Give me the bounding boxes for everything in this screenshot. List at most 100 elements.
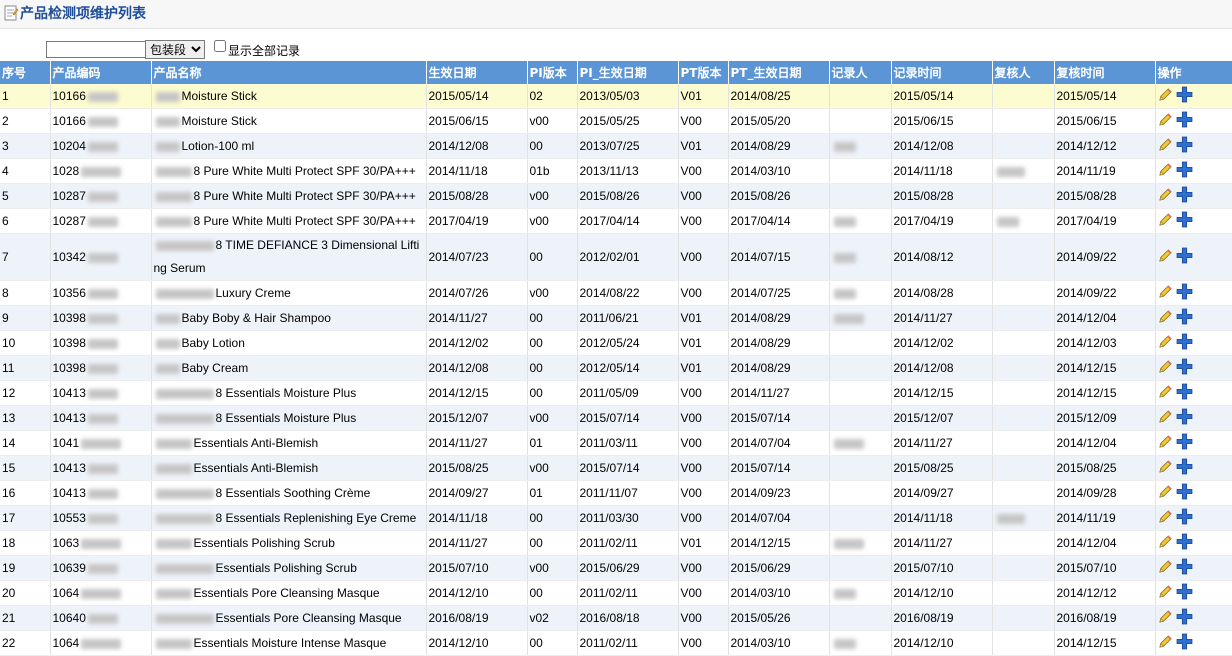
cell-pi-version: 00 bbox=[527, 530, 578, 556]
pencil-icon[interactable] bbox=[1158, 559, 1173, 577]
table-row[interactable]: 4 1028 8 Pure White Multi Protect SPF 30/P… bbox=[0, 158, 1232, 184]
pencil-icon[interactable] bbox=[1158, 434, 1173, 452]
plus-icon[interactable] bbox=[1176, 533, 1193, 553]
redacted-mark bbox=[81, 588, 122, 599]
plus-icon[interactable] bbox=[1176, 458, 1193, 478]
cell-pt-version: V00 bbox=[678, 108, 729, 134]
table-row[interactable]: 13 10413 8 Essentials Moisture Plus 2015/12… bbox=[0, 405, 1232, 431]
cell-pi-version: 00 bbox=[527, 505, 578, 531]
plus-icon[interactable] bbox=[1176, 608, 1193, 628]
plus-icon[interactable] bbox=[1176, 283, 1193, 303]
table-row[interactable]: 10 10398 Baby Lotion 2014/12/02 00 2012/05/24… bbox=[0, 330, 1232, 356]
plus-icon[interactable] bbox=[1176, 558, 1193, 578]
pencil-icon[interactable] bbox=[1158, 534, 1173, 552]
redacted-mark bbox=[87, 388, 118, 399]
table-row[interactable]: 3 10204 Lotion-100 ml 2014/12/08 00 2013/07/2… bbox=[0, 133, 1232, 159]
col-header[interactable]: PT版本 bbox=[678, 61, 729, 84]
cell-no: 15 bbox=[0, 455, 51, 481]
plus-icon[interactable] bbox=[1176, 383, 1193, 403]
pencil-icon[interactable] bbox=[1158, 584, 1173, 602]
table-row[interactable]: 15 10413 Essentials Anti-Blemish 2015/08/25… bbox=[0, 455, 1232, 481]
table-row[interactable]: 19 10639 Essentials Polishing Scrub 2015/07… bbox=[0, 555, 1232, 581]
cell-name: 8 Essentials Soothing Crème bbox=[151, 480, 427, 506]
plus-icon[interactable] bbox=[1176, 247, 1193, 267]
pencil-icon[interactable] bbox=[1158, 112, 1173, 130]
plus-icon[interactable] bbox=[1176, 111, 1193, 131]
plus-icon[interactable] bbox=[1176, 136, 1193, 156]
pencil-icon[interactable] bbox=[1158, 334, 1173, 352]
plus-icon[interactable] bbox=[1176, 408, 1193, 428]
cell-no: 11 bbox=[0, 355, 51, 381]
col-header[interactable]: 复核时间 bbox=[1054, 61, 1156, 84]
pencil-icon[interactable] bbox=[1158, 162, 1173, 180]
table-row[interactable]: 9 10398 Baby Boby & Hair Shampoo 2014/11/27… bbox=[0, 305, 1232, 331]
col-header[interactable]: 操作 bbox=[1155, 61, 1232, 84]
table-row[interactable]: 21 10640 Essentials Pore Cleansing Masque 2… bbox=[0, 605, 1232, 631]
col-header[interactable]: PT_生效日期 bbox=[728, 61, 830, 84]
cell-record-time: 2014/12/10 bbox=[891, 630, 993, 656]
pencil-icon[interactable] bbox=[1158, 187, 1173, 205]
cell-eff-date: 2014/11/18 bbox=[426, 505, 528, 531]
col-header[interactable]: 复核人 bbox=[992, 61, 1055, 84]
plus-icon[interactable] bbox=[1176, 186, 1193, 206]
col-header[interactable]: 产品编码 bbox=[50, 61, 152, 84]
table-body: 1 10166 Moisture Stick 2015/05/14 02 2013/05/… bbox=[0, 84, 1232, 656]
table-row[interactable]: 6 10287 8 Pure White Multi Protect SPF 30/… bbox=[0, 208, 1232, 234]
table-row[interactable]: 5 10287 8 Pure White Multi Protect SPF 30/… bbox=[0, 183, 1232, 209]
table-row[interactable]: 14 1041 Essentials Anti-Blemish 2014/11/27 0… bbox=[0, 430, 1232, 456]
col-header[interactable]: 生效日期 bbox=[426, 61, 528, 84]
table-row[interactable]: 8 10356 Luxury Creme 2014/07/26 v00 2014/08/2… bbox=[0, 280, 1232, 306]
segment-select[interactable]: 包装段 bbox=[145, 40, 205, 59]
col-header[interactable]: 记录人 bbox=[829, 61, 892, 84]
pencil-icon[interactable] bbox=[1158, 484, 1173, 502]
plus-icon[interactable] bbox=[1176, 161, 1193, 181]
pencil-icon[interactable] bbox=[1158, 212, 1173, 230]
pencil-icon[interactable] bbox=[1158, 634, 1173, 652]
plus-icon[interactable] bbox=[1176, 433, 1193, 453]
pencil-icon[interactable] bbox=[1158, 359, 1173, 377]
table-row[interactable]: 17 10553 8 Essentials Replenishing Eye Cre… bbox=[0, 505, 1232, 531]
table-row[interactable]: 20 1064 Essentials Pore Cleansing Masque 20… bbox=[0, 580, 1232, 606]
pencil-icon[interactable] bbox=[1158, 309, 1173, 327]
col-header[interactable]: PI版本 bbox=[527, 61, 578, 84]
plus-icon[interactable] bbox=[1176, 333, 1193, 353]
cell-pi-date: 2013/11/13 bbox=[577, 158, 679, 184]
table-row[interactable]: 2 10166 Moisture Stick 2015/06/15 v00 2015/05… bbox=[0, 108, 1232, 134]
plus-icon[interactable] bbox=[1176, 86, 1193, 106]
table-row[interactable]: 12 10413 8 Essentials Moisture Plus 2014/12… bbox=[0, 380, 1232, 406]
plus-icon[interactable] bbox=[1176, 508, 1193, 528]
pencil-icon[interactable] bbox=[1158, 248, 1173, 266]
pencil-icon[interactable] bbox=[1158, 509, 1173, 527]
cell-pi-date: 2011/06/21 bbox=[577, 305, 679, 331]
pencil-icon[interactable] bbox=[1158, 459, 1173, 477]
pencil-icon[interactable] bbox=[1158, 87, 1173, 105]
show-all-checkbox[interactable] bbox=[214, 40, 226, 52]
plus-icon[interactable] bbox=[1176, 633, 1193, 653]
table-row[interactable]: 22 1064 Essentials Moisture Intense Masque… bbox=[0, 630, 1232, 656]
table-row[interactable]: 16 10413 8 Essentials Soothing Crème 2014/0… bbox=[0, 480, 1232, 506]
cell-reviewer bbox=[992, 505, 1055, 531]
redacted-mark bbox=[155, 538, 192, 549]
col-header[interactable]: 序号 bbox=[0, 61, 51, 84]
plus-icon[interactable] bbox=[1176, 308, 1193, 328]
pencil-icon[interactable] bbox=[1158, 384, 1173, 402]
col-header[interactable]: 产品名称 bbox=[151, 61, 427, 84]
pencil-icon[interactable] bbox=[1158, 409, 1173, 427]
plus-icon[interactable] bbox=[1176, 483, 1193, 503]
table-row[interactable]: 11 10398 Baby Cream 2014/12/08 00 2012/05/14 V… bbox=[0, 355, 1232, 381]
plus-icon[interactable] bbox=[1176, 583, 1193, 603]
cell-pi-version: 01 bbox=[527, 480, 578, 506]
table-row[interactable]: 7 10342 8 TIME DEFIANCE 3 Dimensional Lift… bbox=[0, 233, 1232, 281]
cell-pt-version: V00 bbox=[678, 208, 729, 234]
col-header[interactable]: PI_生效日期 bbox=[577, 61, 679, 84]
table-row[interactable]: 18 1063 Essentials Polishing Scrub 2014/11/… bbox=[0, 530, 1232, 556]
plus-icon[interactable] bbox=[1176, 358, 1193, 378]
search-input[interactable] bbox=[46, 41, 148, 58]
pencil-icon[interactable] bbox=[1158, 609, 1173, 627]
show-all-label[interactable]: 显示全部记录 bbox=[228, 42, 300, 59]
pencil-icon[interactable] bbox=[1158, 284, 1173, 302]
col-header[interactable]: 记录时间 bbox=[891, 61, 993, 84]
plus-icon[interactable] bbox=[1176, 211, 1193, 231]
table-row[interactable]: 1 10166 Moisture Stick 2015/05/14 02 2013/05/… bbox=[0, 84, 1232, 109]
pencil-icon[interactable] bbox=[1158, 137, 1173, 155]
